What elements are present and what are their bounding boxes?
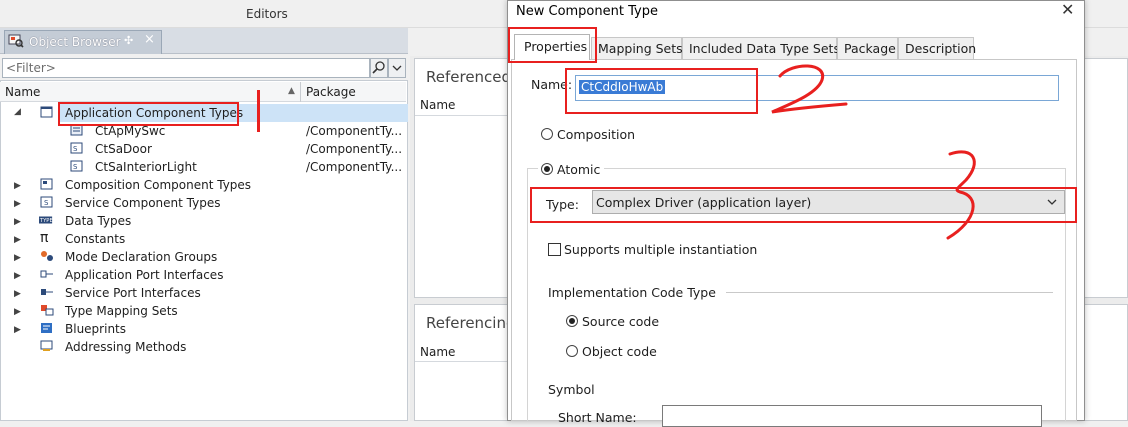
tree-item-label[interactable]: Service Component Types	[65, 196, 220, 210]
referenced-name-column[interactable]: Name	[420, 98, 455, 112]
sensor-actuator-icon: S	[70, 142, 83, 154]
annotation-mark-1	[257, 90, 260, 132]
chevron-down-icon	[392, 65, 402, 71]
column-name[interactable]: Name	[5, 85, 40, 99]
tree-item-package: /ComponentTy...	[306, 160, 403, 174]
annotation-mark-2	[771, 64, 848, 114]
service-port-icon	[41, 289, 53, 295]
source-code-label: Source code	[582, 314, 660, 329]
multi-instance-checkbox[interactable]	[548, 243, 561, 256]
object-browser-tab-label: Object Browser	[29, 35, 121, 49]
tree-item-label[interactable]: Application Port Interfaces	[65, 268, 223, 282]
sort-up-icon: ▲	[288, 86, 295, 96]
tab-label: Included Data Type Sets	[689, 41, 840, 56]
search-icon	[372, 61, 385, 74]
port-interface-icon	[40, 270, 53, 278]
blueprint-icon	[41, 323, 52, 333]
mapping-icon	[41, 305, 54, 316]
svg-text:S: S	[73, 145, 78, 153]
sensor-actuator-icon: S	[70, 160, 83, 172]
data-type-icon: TYPE	[39, 216, 53, 224]
annotation-box-type-select	[530, 187, 1077, 223]
short-name-input[interactable]	[662, 405, 1042, 427]
tree-item-label[interactable]: Mode Declaration Groups	[65, 250, 217, 264]
tree-item-label[interactable]: Blueprints	[65, 322, 126, 336]
composition-icon	[40, 178, 53, 190]
expand-arrow-icon[interactable]: ▶	[14, 325, 21, 335]
object-code-label: Object code	[582, 344, 657, 359]
addressing-icon	[40, 340, 53, 351]
tree-item-label[interactable]: CtApMySwc	[95, 124, 165, 138]
service-icon: S	[40, 196, 53, 208]
tab-label: Description	[905, 41, 977, 56]
svg-text:S: S	[44, 199, 49, 207]
filter-search-button[interactable]	[370, 58, 388, 78]
tree-item-label[interactable]: Type Mapping Sets	[65, 304, 178, 318]
tab-properties[interactable]: Properties	[514, 34, 590, 60]
mode-icon	[41, 251, 53, 261]
atomic-radio[interactable]	[541, 163, 553, 175]
tree-item-label[interactable]: Constants	[65, 232, 125, 246]
close-icon[interactable]: ✕	[1061, 0, 1074, 19]
pin-icon[interactable]: ✣	[124, 34, 133, 47]
object-code-radio[interactable]	[566, 345, 578, 357]
multi-instance-label: Supports multiple instantiation	[564, 242, 758, 257]
expand-arrow-icon[interactable]: ▶	[14, 235, 21, 245]
component-types-icon	[40, 106, 53, 118]
referencing-name-column[interactable]: Name	[420, 345, 455, 359]
tab-package[interactable]: Package	[837, 37, 898, 59]
pi-icon: π	[40, 230, 49, 246]
column-divider[interactable]	[300, 82, 301, 102]
symbol-label: Symbol	[548, 382, 595, 397]
object-browser-icon	[8, 34, 24, 48]
source-code-radio[interactable]	[566, 315, 578, 327]
dialog-title: New Component Type	[516, 4, 658, 19]
editors-title: Editors	[246, 7, 288, 21]
referencing-panel-title: Referencing	[426, 314, 516, 332]
impl-code-type-label: Implementation Code Type	[548, 285, 716, 300]
tab-mapping-sets[interactable]: Mapping Sets	[591, 37, 683, 59]
composition-radio[interactable]	[541, 128, 553, 140]
tab-label: Mapping Sets	[598, 41, 683, 56]
tree-item-package: /ComponentTy...	[306, 124, 403, 138]
expand-arrow-icon[interactable]: ▶	[14, 253, 21, 263]
filter-dropdown-button[interactable]	[388, 58, 406, 78]
tab-label: Package	[844, 41, 896, 56]
annotation-box-app-component-types	[58, 102, 239, 126]
filter-input[interactable]	[2, 58, 370, 78]
annotation-box-name-input	[565, 68, 758, 114]
tree-item-label[interactable]: CtSaInteriorLight	[95, 160, 197, 174]
column-package[interactable]: Package	[306, 85, 356, 99]
tab-label: Properties	[524, 39, 588, 54]
tree-item-label[interactable]: Service Port Interfaces	[65, 286, 201, 300]
svg-text:S: S	[73, 163, 78, 171]
tree-item-label[interactable]: CtSaDoor	[95, 142, 152, 156]
svg-text:TYPE: TYPE	[39, 218, 53, 224]
tree-item-label[interactable]: Addressing Methods	[65, 340, 186, 354]
tab-included-data-type-sets[interactable]: Included Data Type Sets	[682, 37, 840, 59]
expand-arrow-icon[interactable]: ▶	[14, 199, 21, 209]
annotation-mark-3	[946, 150, 976, 240]
expand-arrow-icon[interactable]: ▶	[14, 307, 21, 317]
collapse-arrow-icon[interactable]: ◢	[14, 107, 21, 117]
tree-item-label[interactable]: Composition Component Types	[65, 178, 251, 192]
expand-arrow-icon[interactable]: ▶	[14, 217, 21, 227]
expand-arrow-icon[interactable]: ▶	[14, 289, 21, 299]
close-tab-icon[interactable]: ×	[144, 32, 155, 47]
filter-placeholder: <Filter>	[6, 61, 56, 75]
tree-item-package: /ComponentTy...	[306, 142, 403, 156]
composition-label: Composition	[557, 127, 636, 142]
tab-description[interactable]: Description	[898, 37, 977, 59]
expand-arrow-icon[interactable]: ▶	[14, 181, 21, 191]
tree-item-label[interactable]: Data Types	[65, 214, 131, 228]
impl-code-divider	[726, 292, 1053, 293]
atomic-label: Atomic	[557, 162, 601, 177]
expand-arrow-icon[interactable]: ▶	[14, 271, 21, 281]
short-name-label: Short Name:	[558, 410, 637, 425]
